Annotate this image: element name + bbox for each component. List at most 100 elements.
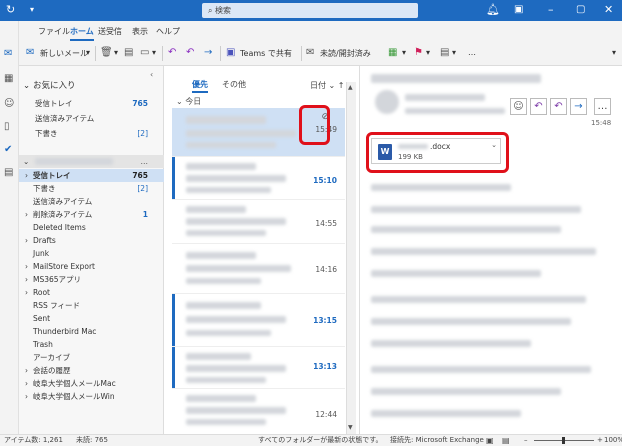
- folder-sent-en[interactable]: Sent: [19, 312, 164, 325]
- tab-help[interactable]: ヘルプ: [156, 26, 180, 37]
- folder-inbox[interactable]: › 受信トレイ 765: [19, 169, 164, 182]
- group-today[interactable]: ⌄ 今日: [176, 96, 201, 107]
- reply-all-icon[interactable]: ↶: [186, 47, 194, 58]
- reply-all-icon[interactable]: ↶: [550, 98, 567, 115]
- folder-root[interactable]: › Root: [19, 286, 164, 299]
- flag-dropdown-icon[interactable]: ▾: [426, 48, 430, 57]
- tab-file[interactable]: ファイル: [38, 26, 70, 37]
- folder-drafts[interactable]: 下書き [2]: [19, 182, 164, 195]
- reply-icon[interactable]: ↶: [168, 47, 176, 58]
- chevron-down-icon: ⌄: [23, 157, 30, 166]
- bell-icon[interactable]: 🔔︎: [486, 3, 500, 17]
- collapse-pane-icon[interactable]: ‹: [150, 70, 153, 79]
- tab-send-receive[interactable]: 送受信: [98, 26, 122, 37]
- sync-icon[interactable]: ↻: [6, 3, 15, 17]
- folder-thunderbird-mac[interactable]: Thunderbird Mac: [19, 325, 164, 338]
- zoom-out-icon[interactable]: –: [524, 435, 528, 446]
- folder-rss[interactable]: RSS フィード: [19, 299, 164, 312]
- message-row[interactable]: 13:13: [172, 347, 345, 389]
- delete-dropdown-icon[interactable]: ▾: [114, 48, 118, 57]
- folder-conversation-history[interactable]: › 会話の履歴: [19, 364, 164, 377]
- close-icon[interactable]: ✕: [604, 3, 613, 17]
- received-time: 15:48: [591, 119, 612, 127]
- unread-count: 未読: 765: [76, 436, 108, 444]
- message-row[interactable]: 14:55: [172, 200, 345, 244]
- search-input[interactable]: ⌕ 検索: [202, 3, 418, 18]
- sort-button[interactable]: 日付 ⌄ ↑: [310, 80, 345, 91]
- tab-focused[interactable]: 優先: [192, 79, 208, 93]
- categorize-dropdown-icon[interactable]: ▾: [402, 48, 406, 57]
- avatar: [375, 90, 399, 114]
- new-mail-dropdown-icon[interactable]: ▾: [86, 48, 90, 57]
- minimize-icon[interactable]: –: [548, 3, 554, 17]
- folder-drafts-en[interactable]: › Drafts: [19, 234, 164, 247]
- folder-gifu-win[interactable]: › 岐阜大学個人メールWin: [19, 390, 164, 403]
- ribbon: ✉ 新しいメール ▾ 🗑︎ ▾ ▤ ▭ ▾ ↶ ↶ → ▣ Teams で共有 …: [0, 42, 622, 66]
- redacted-text: [186, 142, 276, 148]
- folder-mailstore-export[interactable]: › MailStore Export: [19, 260, 164, 273]
- folder-junk[interactable]: Junk: [19, 247, 164, 260]
- more-actions-icon[interactable]: …: [594, 98, 611, 115]
- zoom-in-icon[interactable]: +: [597, 435, 603, 446]
- search-icon: ⌕: [208, 6, 216, 15]
- people-icon[interactable]: ☺: [4, 98, 14, 109]
- new-mail-icon: ✉: [26, 47, 35, 58]
- folder-sent[interactable]: 送信済みアイテム: [19, 195, 164, 208]
- zoom-slider-thumb[interactable]: [562, 437, 565, 444]
- tasks-check-icon[interactable]: ✔: [4, 144, 12, 155]
- apps-icon[interactable]: ▤: [4, 167, 13, 178]
- scroll-up-icon[interactable]: ▲: [348, 84, 353, 91]
- forward-icon[interactable]: →: [570, 98, 587, 115]
- folder-gifu-mac[interactable]: › 岐阜大学個人メールMac: [19, 377, 164, 390]
- teams-share-button[interactable]: Teams で共有: [240, 48, 292, 59]
- view-options-dropdown-icon[interactable]: ▾: [452, 48, 456, 57]
- redacted-text: [186, 116, 266, 124]
- folder-archive[interactable]: アーカイブ: [19, 351, 164, 364]
- message-row[interactable]: 15:10: [172, 157, 345, 200]
- move-icon[interactable]: ▭: [140, 47, 149, 58]
- favorite-inbox[interactable]: 受信トレイ 765: [19, 97, 164, 110]
- delete-icon[interactable]: 🗑︎: [100, 47, 113, 58]
- view-options-icon[interactable]: ▤: [440, 47, 449, 58]
- message-row[interactable]: 13:15: [172, 294, 345, 347]
- sync-status: すべてのフォルダーが最新の状態です。: [258, 436, 383, 444]
- more-commands-button[interactable]: …: [468, 48, 476, 57]
- reading-pane: ☺ ↶ ↶ → … 15:48 W .docx 199 KB ⌄: [361, 66, 622, 434]
- scroll-down-icon[interactable]: ▼: [348, 424, 353, 431]
- folder-ms365[interactable]: › MS365アプリ: [19, 273, 164, 286]
- normal-view-icon[interactable]: ▣: [486, 435, 494, 446]
- archive-icon[interactable]: ▤: [124, 47, 133, 58]
- categorize-icon[interactable]: ▦: [388, 47, 397, 58]
- message-list-scrollbar[interactable]: ▲ ▼: [346, 82, 356, 434]
- tab-home[interactable]: ホーム: [70, 26, 94, 41]
- folder-deleted-items[interactable]: Deleted Items: [19, 221, 164, 234]
- window-layout-icon[interactable]: ▣: [514, 3, 523, 17]
- folder-deleted[interactable]: › 削除済みアイテム 1: [19, 208, 164, 221]
- clipboard-icon[interactable]: ▯: [4, 121, 10, 132]
- reading-view-icon[interactable]: ▤: [502, 435, 510, 446]
- flag-icon[interactable]: ⚑: [414, 47, 423, 58]
- quick-access-dropdown-icon[interactable]: ▾: [30, 3, 34, 17]
- calendar-icon[interactable]: ▦: [4, 73, 13, 84]
- account-header[interactable]: ⌄ …: [19, 155, 164, 168]
- new-mail-button[interactable]: 新しいメール: [40, 48, 88, 59]
- unread-read-button[interactable]: 未読/開封済み: [320, 48, 371, 59]
- favorite-drafts[interactable]: 下書き [2]: [19, 127, 164, 140]
- message-row[interactable]: 14:16: [172, 244, 345, 294]
- emoji-reaction-icon[interactable]: ☺: [510, 98, 527, 115]
- favorites-header[interactable]: ⌄ お気に入り: [19, 80, 164, 93]
- forward-icon[interactable]: →: [204, 47, 212, 58]
- folder-pane: ‹ ⌄ お気に入り 受信トレイ 765 送信済みアイテム 下書き [2] ⌄ ……: [19, 66, 164, 434]
- folder-trash[interactable]: Trash: [19, 338, 164, 351]
- tab-view[interactable]: 表示: [132, 26, 148, 37]
- zoom-level: 100%: [604, 436, 622, 444]
- ribbon-expand-icon[interactable]: ▾: [612, 48, 616, 57]
- message-row[interactable]: 12:44: [172, 389, 345, 434]
- reply-icon[interactable]: ↶: [530, 98, 547, 115]
- favorite-sent[interactable]: 送信済みアイテム: [19, 112, 164, 125]
- maximize-icon[interactable]: ▢: [576, 3, 585, 17]
- move-dropdown-icon[interactable]: ▾: [152, 48, 156, 57]
- highlight-attachment-indicator: [299, 105, 330, 145]
- tab-other[interactable]: その他: [222, 79, 246, 90]
- mail-icon[interactable]: ✉: [4, 48, 12, 59]
